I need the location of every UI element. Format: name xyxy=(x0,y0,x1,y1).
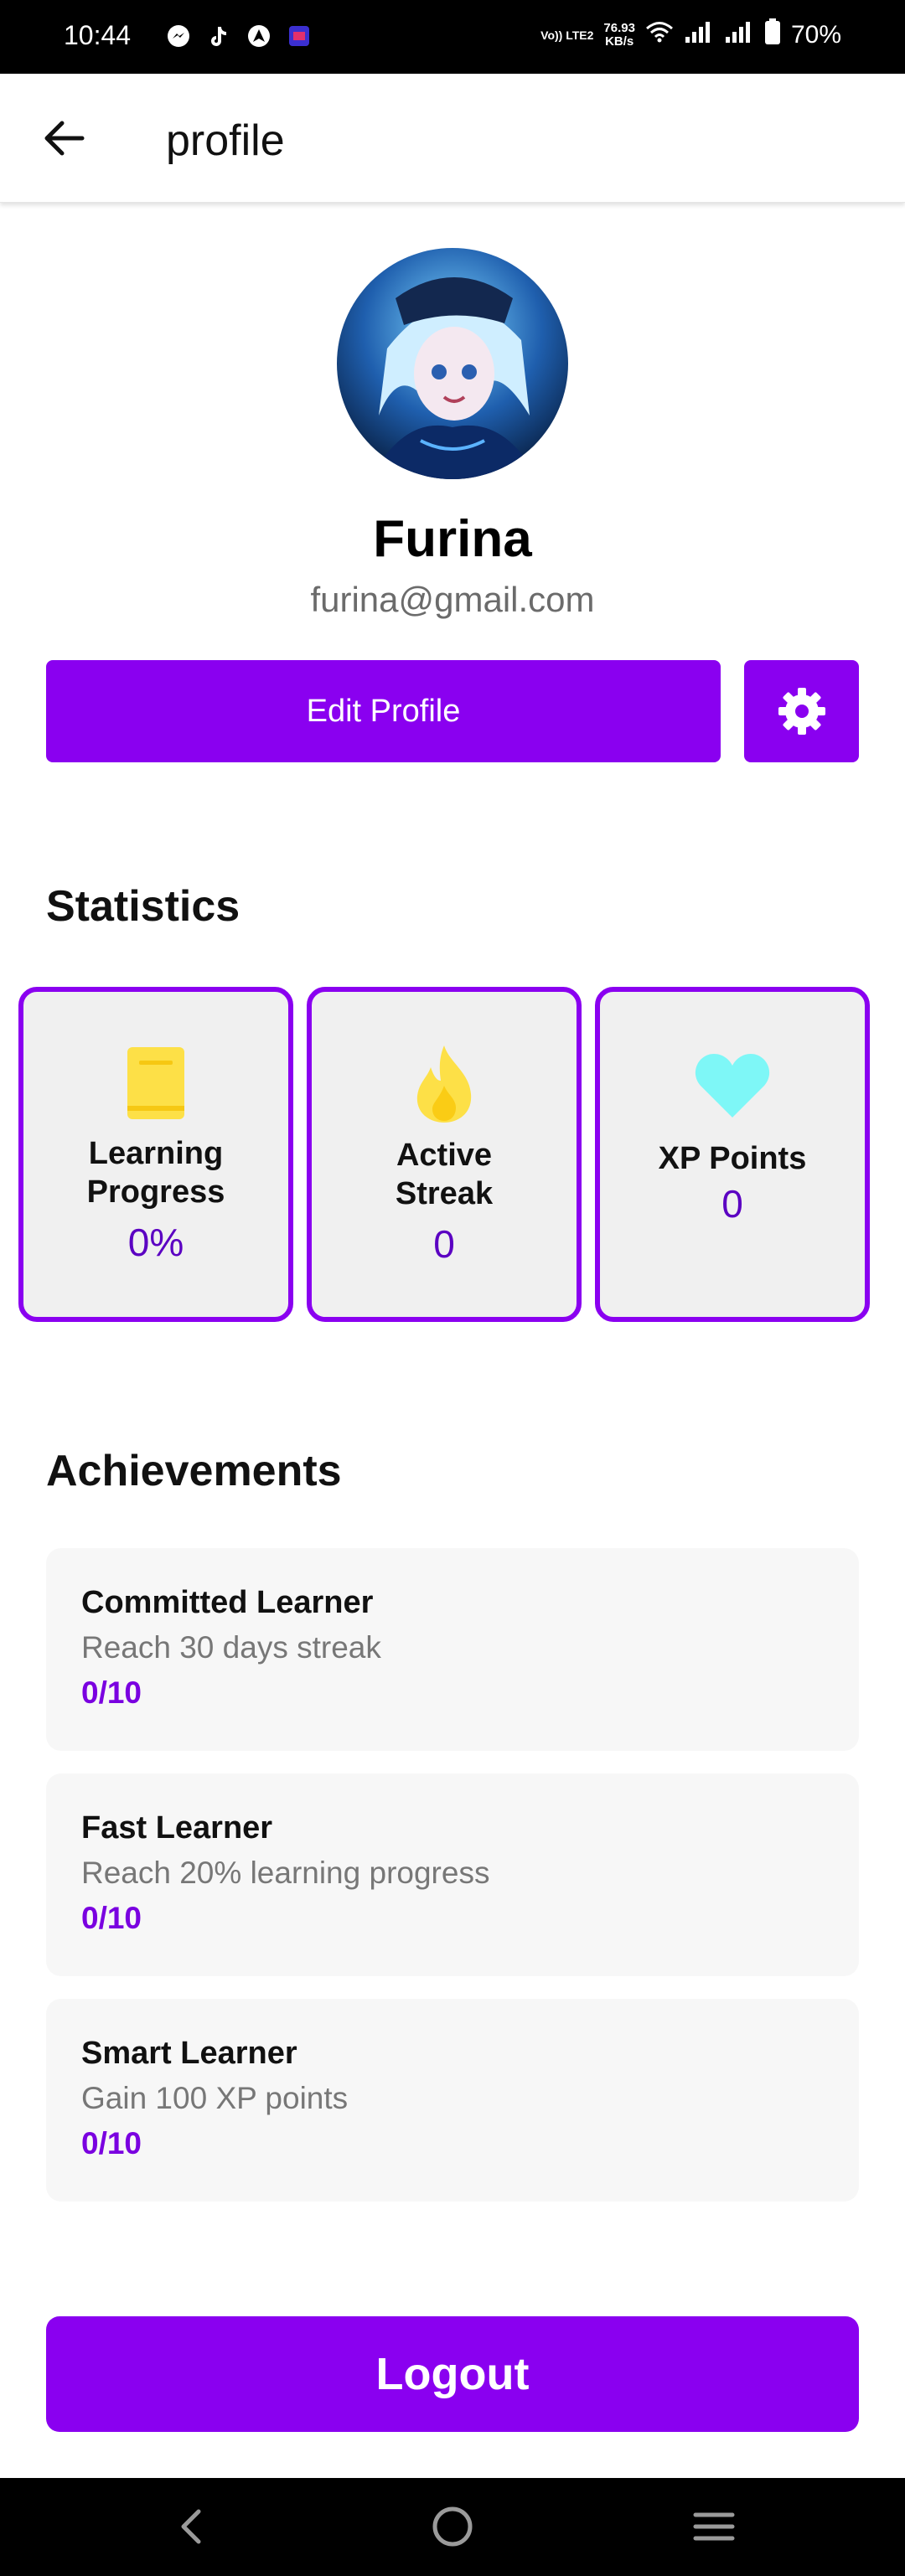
achievement-progress: 0/10 xyxy=(81,1901,142,1935)
volte-indicator: Vo)) LTE2 xyxy=(540,28,594,42)
signal-icon-2 xyxy=(724,20,754,50)
edit-profile-button[interactable]: Edit Profile xyxy=(46,660,721,762)
stat-card-active-streak: Active Streak 0 xyxy=(307,987,582,1322)
network-speed-unit: KB/s xyxy=(605,34,634,49)
back-button[interactable] xyxy=(39,112,90,164)
app-bar: profile xyxy=(0,74,905,203)
battery-icon xyxy=(764,18,781,52)
page-title: profile xyxy=(166,116,285,165)
achievement-progress: 0/10 xyxy=(81,1675,142,1710)
nav-back-button[interactable] xyxy=(166,2501,216,2552)
book-icon xyxy=(23,1045,288,1121)
achievement-card: Committed Learner Reach 30 days streak 0… xyxy=(46,1548,859,1751)
achievement-card: Fast Learner Reach 20% learning progress… xyxy=(46,1773,859,1976)
settings-button[interactable] xyxy=(744,660,859,762)
stat-card-learning-progress: Learning Progress 0% xyxy=(18,987,293,1322)
achievement-title: Smart Learner xyxy=(81,2036,297,2071)
network-speed: 76.93 KB/s xyxy=(603,22,635,49)
heart-icon xyxy=(600,1052,865,1119)
nav-home-button[interactable] xyxy=(427,2501,478,2552)
profile-name: Furina xyxy=(373,510,532,568)
nav-menu-button[interactable] xyxy=(689,2501,739,2552)
signal-icon xyxy=(684,20,714,50)
menu-icon xyxy=(693,2512,735,2541)
achievement-description: Gain 100 XP points xyxy=(81,2081,349,2115)
stat-label-line2: Streak xyxy=(395,1176,494,1211)
chevron-left-icon xyxy=(181,2509,201,2544)
stat-value-xp-points: 0 xyxy=(721,1182,743,1226)
battery-percent: 70% xyxy=(790,21,841,49)
logout-button[interactable]: Logout xyxy=(46,2316,859,2432)
stat-label-line1: Learning xyxy=(88,1136,224,1171)
achievement-card: Smart Learner Gain 100 XP points 0/10 xyxy=(46,1999,859,2202)
status-indicators: Vo)) LTE2 76.93 KB/s 70% xyxy=(540,18,841,52)
nav-app-icon xyxy=(245,22,273,50)
profile-email: furina@gmail.com xyxy=(310,580,595,619)
avatar xyxy=(337,248,568,479)
stat-value-active-streak: 0 xyxy=(433,1222,455,1266)
achievement-description: Reach 30 days streak xyxy=(81,1630,381,1665)
arrow-left-icon xyxy=(44,121,85,156)
stat-label-line1: XP Points xyxy=(658,1141,807,1176)
messenger-icon xyxy=(164,22,193,50)
network-speed-value: 76.93 xyxy=(603,21,635,35)
flame-icon xyxy=(312,1044,577,1124)
status-time: 10:44 xyxy=(64,20,132,50)
achievement-progress: 0/10 xyxy=(81,2126,142,2160)
home-circle-icon xyxy=(432,2506,473,2547)
achievement-title: Fast Learner xyxy=(81,1810,273,1846)
stat-label-line1: Active xyxy=(396,1138,493,1173)
achievement-description: Reach 20% learning progress xyxy=(81,1856,490,1890)
gear-icon xyxy=(778,688,825,735)
system-nav-bar xyxy=(0,2478,905,2576)
wifi-icon xyxy=(645,20,674,50)
tiktok-icon xyxy=(204,22,233,50)
statistics-title: Statistics xyxy=(46,882,240,931)
stat-card-xp-points: XP Points 0 xyxy=(595,987,870,1322)
status-bar: 10:44 Vo)) LTE2 76.93 KB/s 70% xyxy=(0,0,905,74)
status-app-icons xyxy=(164,22,313,50)
achievement-title: Committed Learner xyxy=(81,1585,374,1620)
achievements-title: Achievements xyxy=(46,1447,342,1495)
stat-label-line2: Progress xyxy=(86,1174,225,1210)
shop-app-icon xyxy=(285,22,313,50)
stat-value-learning-progress: 0% xyxy=(127,1221,184,1264)
